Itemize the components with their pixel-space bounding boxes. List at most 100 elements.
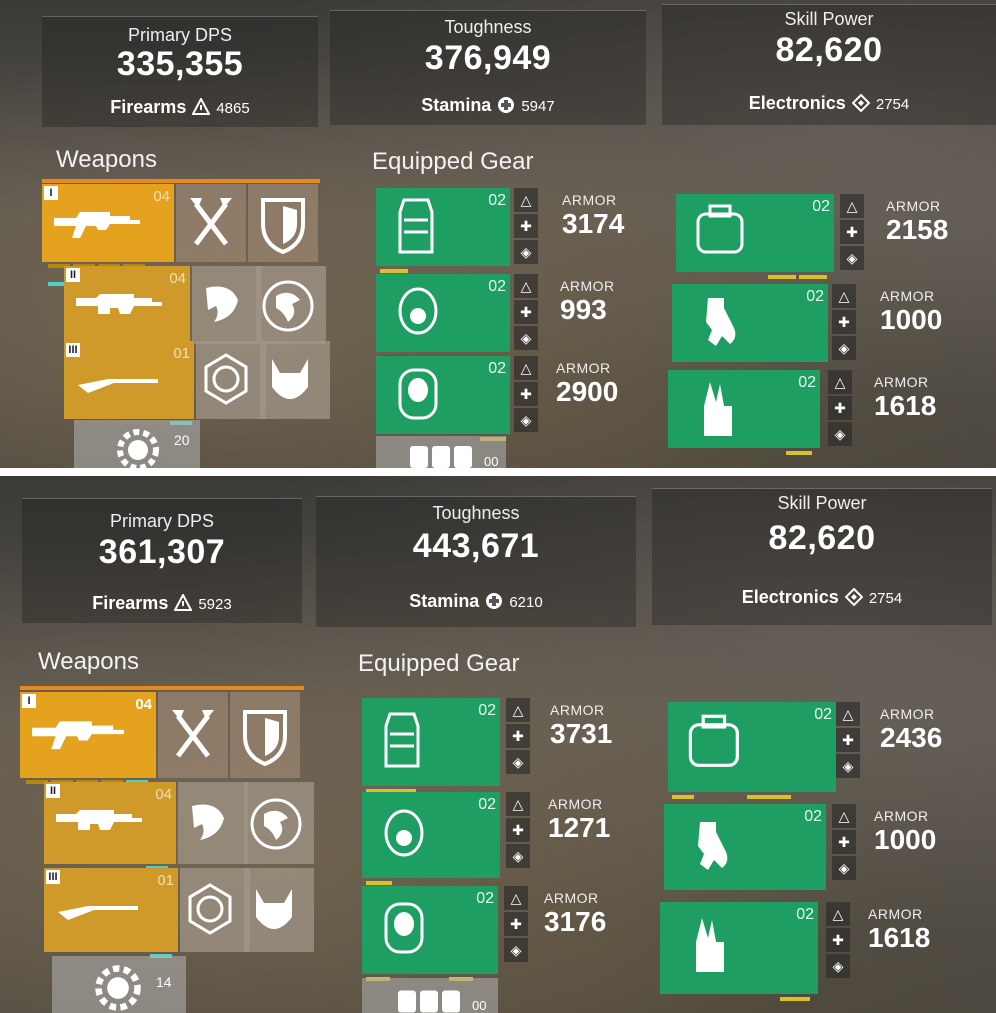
weapon-slot-2[interactable]: II 04	[64, 266, 326, 350]
skill-mod-slot[interactable]: 14	[52, 956, 186, 1013]
gear-level: 02	[478, 796, 496, 813]
armor-label: ARMOR	[880, 706, 935, 722]
mask-icon	[398, 287, 438, 335]
gear-card[interactable]: 02	[672, 284, 828, 362]
gear-card[interactable]: 02	[362, 792, 500, 885]
gear-card[interactable]: 02	[376, 188, 510, 273]
weapon-mod-slot[interactable]	[176, 184, 246, 262]
electronics-attr-icon: ◈	[506, 844, 530, 868]
weapon-mod-slot[interactable]	[248, 184, 318, 262]
armor-label: ARMOR	[556, 360, 611, 376]
primary-dps-value: 361,307	[98, 533, 226, 571]
weapon-mod-slot[interactable]	[230, 692, 300, 778]
gear-mod-slot[interactable]: 00	[376, 436, 506, 468]
armor-value: 2436	[880, 722, 943, 753]
weapon-card[interactable]: III 01	[64, 341, 194, 425]
weapon-mod-slot[interactable]	[256, 266, 326, 344]
gear-card[interactable]: 02	[676, 194, 834, 279]
firearms-icon	[174, 594, 193, 611]
electronics-attr-icon: ◈	[506, 750, 530, 774]
gear-card[interactable]: 02	[376, 274, 510, 359]
electronics-attr-icon: ◈	[836, 754, 860, 778]
gear-card[interactable]: 02	[660, 902, 818, 1001]
gear-level: 02	[812, 198, 830, 215]
electronics-stat: Electronics 2754	[652, 587, 992, 608]
gear-card[interactable]: 02	[668, 702, 836, 817]
weapon-card[interactable]: II 04	[44, 782, 176, 870]
gear-gloves[interactable]: 02 △ ✚ ◈ ARMOR 1000	[672, 284, 966, 362]
firearms-attr-icon: △	[840, 194, 864, 218]
revolver-cylinder-icon	[188, 883, 232, 935]
gear-attributes: △ ✚ ◈	[504, 886, 530, 964]
gear-backpack[interactable]: 02 △ ✚ ◈ ARMOR 2436	[668, 702, 968, 817]
gear-body-armor[interactable]: 02 △ ✚ ◈ ARMOR 3174	[376, 188, 666, 273]
gear-level: 02	[476, 890, 494, 907]
gear-holster[interactable]: 02 △ ✚ ◈ ARMOR 1618	[668, 370, 966, 455]
weapon-rank: I	[44, 186, 58, 200]
gear-mod-slot[interactable]: 00	[362, 978, 498, 1013]
raven-badge-icon	[250, 798, 302, 850]
electronics-attr-icon: ◈	[840, 246, 864, 270]
weapon-card[interactable]: I 04	[42, 184, 174, 286]
weapon-mod-slot[interactable]	[178, 782, 248, 864]
skill-power-value: 82,620	[775, 31, 883, 69]
stamina-attr-icon: ✚	[514, 214, 538, 238]
gear-card[interactable]: 02	[376, 356, 510, 441]
weapon-slot-1[interactable]: I 04	[20, 692, 304, 784]
firearms-attr-icon: △	[504, 886, 528, 910]
electronics-attr-icon: ◈	[832, 856, 856, 880]
gear-body-armor[interactable]: 02 △ ✚ ◈ ARMOR 3731	[362, 698, 662, 793]
light-machine-gun-icon	[56, 810, 142, 830]
stamina-value: 6210	[509, 594, 543, 611]
gear-card[interactable]: 02	[362, 698, 500, 793]
weapon-mod-slot[interactable]	[192, 266, 262, 344]
gear-backpack[interactable]: 02 △ ✚ ◈ ARMOR 2158	[676, 194, 966, 279]
armor-label: ARMOR	[560, 278, 615, 294]
weapon-card[interactable]: I 04	[20, 692, 156, 784]
gear-mask[interactable]: 02 △ ✚ ◈ ARMOR 993	[376, 274, 666, 359]
gear-holster[interactable]: 02 △ ✚ ◈ ARMOR 1618	[660, 902, 966, 1001]
weapon-mod-slot[interactable]	[196, 341, 266, 419]
skill-mod-slot[interactable]: 20	[74, 420, 200, 468]
weapon-xp-bar	[50, 945, 174, 958]
crossed-axes-icon	[190, 198, 232, 246]
eagle-head-icon	[192, 804, 224, 840]
weapon-mod-slot[interactable]	[158, 692, 228, 778]
gear-kneepads[interactable]: 02 △ ✚ ◈ ARMOR 2900	[376, 356, 666, 441]
primary-dps-label: Primary DPS	[127, 25, 232, 45]
gear-attributes: △ ✚ ◈	[832, 284, 858, 362]
weapon-slot-1[interactable]: I 04	[42, 184, 320, 286]
stamina-label: Stamina	[409, 591, 480, 611]
gear-mask[interactable]: 02 △ ✚ ◈ ARMOR 1271	[362, 792, 662, 885]
body-armor-icon	[398, 198, 434, 254]
weapon-card[interactable]: III 01	[44, 868, 178, 958]
weapon-level: 01	[157, 872, 174, 889]
stamina-stat: Stamina 5947	[330, 95, 646, 116]
gear-attributes: △ ✚ ◈	[828, 370, 854, 448]
toughness-label: Toughness	[444, 17, 532, 37]
stamina-attr-icon: ✚	[514, 300, 538, 324]
gear-card[interactable]: 02	[362, 886, 498, 981]
weapon-xp-bar	[26, 771, 152, 784]
armor-value: 1000	[874, 824, 937, 855]
stamina-attr-icon: ✚	[840, 220, 864, 244]
weapon-mod-slot[interactable]	[180, 868, 250, 952]
weapon-slot-2[interactable]: II 04	[44, 782, 314, 870]
weapon-slot-3[interactable]: III 01	[64, 341, 330, 425]
gear-kneepads[interactable]: 02 △ ✚ ◈ ARMOR 3176	[362, 886, 662, 981]
weapon-mod-slot[interactable]	[244, 782, 314, 864]
mask-icon	[384, 809, 424, 857]
weapon-mod-slot[interactable]	[244, 868, 314, 952]
gear-card[interactable]: 02	[664, 804, 826, 890]
weapon-mod-slot[interactable]	[260, 341, 330, 419]
gear-card[interactable]: 02	[668, 370, 820, 455]
weapon-card[interactable]: II 04	[64, 266, 190, 350]
gear-attributes: △ ✚ ◈	[840, 194, 866, 272]
electronics-icon	[844, 588, 863, 606]
weapon-slot-3[interactable]: III 01	[44, 868, 314, 958]
stamina-attr-icon: ✚	[826, 928, 850, 952]
firearms-attr-icon: △	[514, 274, 538, 298]
gear-level: 02	[488, 192, 506, 209]
gear-mod-count: 00	[472, 998, 487, 1013]
gear-gloves[interactable]: 02 △ ✚ ◈ ARMOR 1000	[664, 804, 968, 890]
